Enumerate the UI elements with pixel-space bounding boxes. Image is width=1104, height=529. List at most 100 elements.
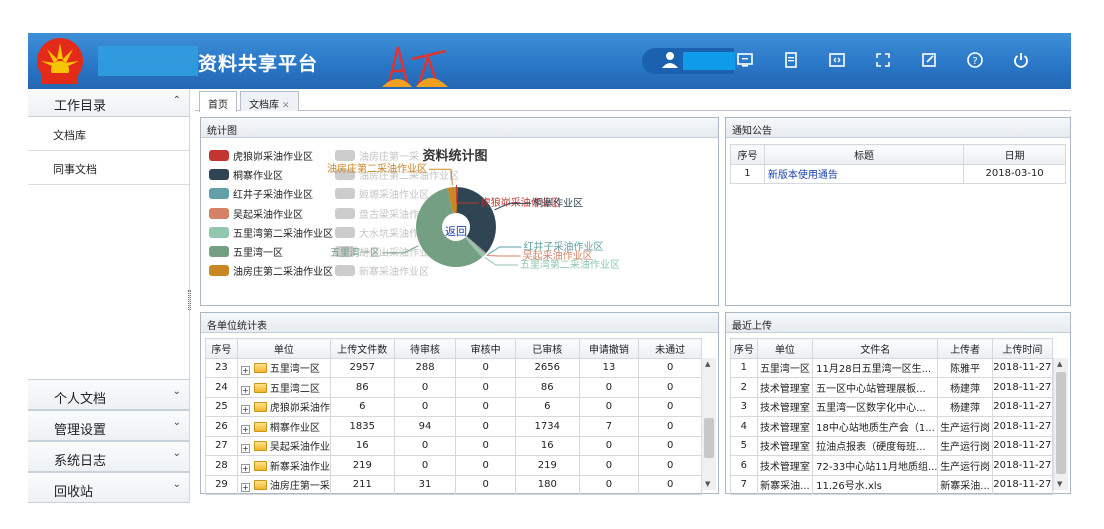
cell-no: 23 xyxy=(205,357,238,378)
power-icon[interactable] xyxy=(1012,51,1030,69)
chevron-down-icon[interactable]: ⌄ xyxy=(173,417,181,428)
cell-time: 2018-11-27 xyxy=(991,416,1054,437)
cell-unit[interactable]: + 吴起采油作业 xyxy=(236,435,331,456)
column-header[interactable]: 标题 xyxy=(763,144,965,165)
chevron-down-icon[interactable]: ⌄ xyxy=(173,448,181,459)
column-header[interactable]: 上传者 xyxy=(937,338,993,359)
unit-table-scrollbar[interactable]: ▲ ▼ xyxy=(701,358,716,490)
column-header[interactable]: 序号 xyxy=(730,144,765,165)
column-header[interactable]: 申请撤销 xyxy=(578,338,640,359)
expand-icon[interactable]: + xyxy=(240,463,250,473)
expand-icon[interactable]: + xyxy=(240,483,250,493)
cell-unit[interactable]: + 五里湾二区 xyxy=(236,377,331,398)
column-header[interactable]: 待审核 xyxy=(393,338,457,359)
cell-file-name[interactable]: 五一区中心站管理展板... xyxy=(812,377,939,398)
table-row[interactable]: 5 技术管理室 拉油点报表（硬度每班... 生产运行岗 2018-11-27 xyxy=(730,435,1054,456)
cell-upload: 86 xyxy=(329,377,395,398)
cell-pending: 0 xyxy=(393,396,457,417)
fullscreen-icon[interactable] xyxy=(874,51,892,69)
cell-reviewing: 0 xyxy=(455,455,516,476)
sidebar-head-work-dir[interactable]: 工作目录 ⌃ xyxy=(28,89,189,117)
sidebar-head-system-log[interactable]: 系统日志 ⌄ xyxy=(28,441,189,472)
cell-unit[interactable]: + 新寨采油作业 xyxy=(236,455,331,476)
cell-revoke: 0 xyxy=(578,377,640,398)
chevron-down-icon[interactable]: ⌄ xyxy=(173,386,181,397)
sidebar-item-colleague-docs[interactable]: 同事文档 xyxy=(28,151,189,185)
expand-icon[interactable]: + xyxy=(240,405,250,415)
expand-icon[interactable]: + xyxy=(240,444,250,454)
scroll-up-icon[interactable]: ▲ xyxy=(705,360,710,368)
cell-unit[interactable]: + 油房庄第一采 xyxy=(236,474,331,495)
table-row[interactable]: 27 + 吴起采油作业 16 0 0 16 0 0 xyxy=(205,435,702,456)
monitor-icon[interactable] xyxy=(736,51,754,69)
cell-rejected: 0 xyxy=(638,416,702,437)
sidebar-head-personal-docs[interactable]: 个人文档 ⌄ xyxy=(28,379,189,410)
folder-icon xyxy=(253,441,267,452)
column-header[interactable]: 上传时间 xyxy=(991,338,1054,359)
scroll-down-icon[interactable]: ▼ xyxy=(1057,480,1062,488)
column-header[interactable]: 单位 xyxy=(756,338,814,359)
table-row[interactable]: 1 新版本使用通告 2018-03-10 xyxy=(730,163,1066,184)
scroll-thumb[interactable] xyxy=(704,418,714,458)
table-row[interactable]: 6 技术管理室 72-33中心站11月地质组... 生产运行岗 2018-11-27 xyxy=(730,455,1054,476)
document-icon[interactable] xyxy=(782,51,800,69)
cell-unit[interactable]: + 五里湾一区 xyxy=(236,357,331,378)
cell-unit[interactable]: + 虎狼峁采油作 xyxy=(236,396,331,417)
scroll-up-icon[interactable]: ▲ xyxy=(1057,360,1062,368)
notice-title-link[interactable]: 新版本使用通告 xyxy=(763,163,965,184)
close-icon[interactable]: ✕ xyxy=(282,101,290,111)
column-header[interactable]: 日期 xyxy=(963,144,1066,165)
expand-icon[interactable]: + xyxy=(240,366,250,376)
cell-file-name[interactable]: 72-33中心站11月地质组... xyxy=(812,455,939,476)
column-header[interactable]: 序号 xyxy=(205,338,238,359)
sidebar-head-management[interactable]: 管理设置 ⌄ xyxy=(28,410,189,441)
column-header[interactable]: 单位 xyxy=(236,338,331,359)
column-header[interactable]: 未通过 xyxy=(638,338,702,359)
column-header[interactable]: 审核中 xyxy=(455,338,516,359)
cell-file-name[interactable]: 五里湾一区数字化中心... xyxy=(812,396,939,417)
table-row[interactable]: 23 + 五里湾一区 2957 288 0 2656 13 0 xyxy=(205,357,702,378)
cell-file-name[interactable]: 18中心站地质生产会（1... xyxy=(812,416,939,437)
chevron-down-icon[interactable]: ⌄ xyxy=(173,479,181,490)
table-row[interactable]: 2 技术管理室 五一区中心站管理展板... 杨建萍 2018-11-27 xyxy=(730,377,1054,398)
tab-home[interactable]: 首页 xyxy=(199,91,237,112)
cell-no: 27 xyxy=(205,435,238,456)
table-row[interactable]: 7 新寨采油... 11.26号水.xls 新寨采油... 2018-11-27 xyxy=(730,474,1054,495)
table-row[interactable]: 3 技术管理室 五里湾一区数字化中心... 杨建萍 2018-11-27 xyxy=(730,396,1054,417)
table-row[interactable]: 4 技术管理室 18中心站地质生产会（1... 生产运行岗 2018-11-27 xyxy=(730,416,1054,437)
table-row[interactable]: 25 + 虎狼峁采油作 6 0 0 6 0 0 xyxy=(205,396,702,417)
user-icon[interactable] xyxy=(661,51,679,69)
cell-rejected: 0 xyxy=(638,474,702,495)
chevron-up-icon[interactable]: ⌃ xyxy=(173,95,181,106)
tab-doc-library[interactable]: 文档库 ✕ xyxy=(240,91,299,111)
expand-icon[interactable]: + xyxy=(240,385,250,395)
recent-table-scrollbar[interactable]: ▲ ▼ xyxy=(1053,358,1068,490)
table-row[interactable]: 1 五里湾一区 11月28日五里湾一区生... 陈雅平 2018-11-27 xyxy=(730,357,1054,378)
table-row[interactable]: 28 + 新寨采油作业 219 0 0 219 0 0 xyxy=(205,455,702,476)
sidebar-head-recycle-bin[interactable]: 回收站 ⌄ xyxy=(28,472,189,503)
sidebar-splitter-handle[interactable] xyxy=(188,290,191,310)
expand-icon[interactable]: + xyxy=(240,424,250,434)
split-view-icon[interactable] xyxy=(828,51,846,69)
scroll-thumb[interactable] xyxy=(1056,372,1066,474)
back-link[interactable]: 返回 xyxy=(445,225,467,238)
column-header[interactable]: 上传文件数 xyxy=(329,338,395,359)
pie-leader-line xyxy=(486,254,521,257)
help-icon[interactable]: ? xyxy=(966,51,984,69)
column-header[interactable]: 序号 xyxy=(730,338,758,359)
table-row[interactable]: 29 + 油房庄第一采 211 31 0 180 0 0 xyxy=(205,474,702,495)
cell-file-name[interactable]: 11月28日五里湾一区生... xyxy=(812,357,939,378)
folder-icon xyxy=(253,382,267,393)
cell-unit[interactable]: + 桐寨作业区 xyxy=(236,416,331,437)
cell-unit: 技术管理室 xyxy=(756,396,814,417)
column-header[interactable]: 文件名 xyxy=(812,338,939,359)
edit-icon[interactable] xyxy=(920,51,938,69)
scroll-down-icon[interactable]: ▼ xyxy=(705,480,710,488)
cell-revoke: 7 xyxy=(578,416,640,437)
cell-file-name[interactable]: 拉油点报表（硬度每班... xyxy=(812,435,939,456)
cell-file-name[interactable]: 11.26号水.xls xyxy=(812,474,939,495)
table-row[interactable]: 24 + 五里湾二区 86 0 0 86 0 0 xyxy=(205,377,702,398)
table-row[interactable]: 26 + 桐寨作业区 1835 94 0 1734 7 0 xyxy=(205,416,702,437)
sidebar-item-doc-library[interactable]: 文档库 xyxy=(28,117,189,151)
column-header[interactable]: 已审核 xyxy=(514,338,580,359)
